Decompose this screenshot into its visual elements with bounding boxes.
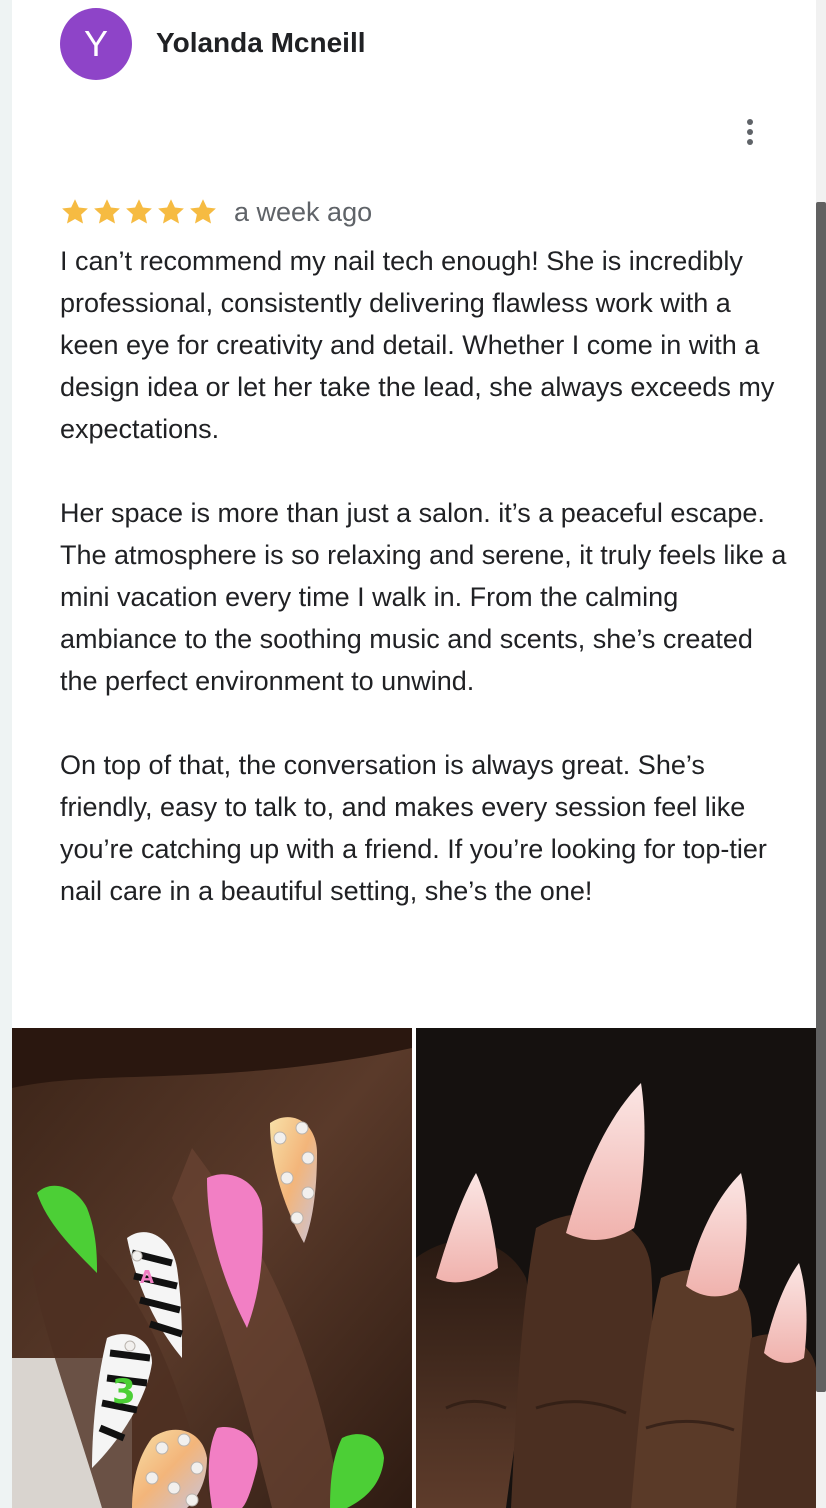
scrollbar-thumb[interactable] [816,202,826,1392]
author-name[interactable]: Yolanda Mcneill [156,24,366,62]
star-icon [126,199,152,224]
star-icon [94,199,120,224]
rating-row: a week ago [60,192,372,232]
avatar[interactable]: Y [60,8,132,80]
svg-text:3: 3 [112,1372,136,1412]
review-paragraph-2: Her space is more than just a salon. it’… [60,498,787,696]
review-paragraph-1: I can’t recommend my nail tech enough! S… [60,246,775,444]
review-photo-1[interactable]: 3 A [12,1028,412,1508]
review-photo-2[interactable] [416,1028,816,1508]
star-icon [190,199,216,224]
more-options-button[interactable] [730,112,770,152]
more-vert-icon [747,119,753,125]
review-paragraph-3: On top of that, the conversation is alwa… [60,750,767,906]
star-rating [60,197,218,227]
star-icon [158,199,184,224]
review-date: a week ago [234,197,373,227]
review-photos: 3 A [12,1028,816,1508]
review-text: I can’t recommend my nail tech enough! S… [60,240,790,954]
star-icon [62,199,88,224]
svg-text:A: A [140,1267,154,1288]
